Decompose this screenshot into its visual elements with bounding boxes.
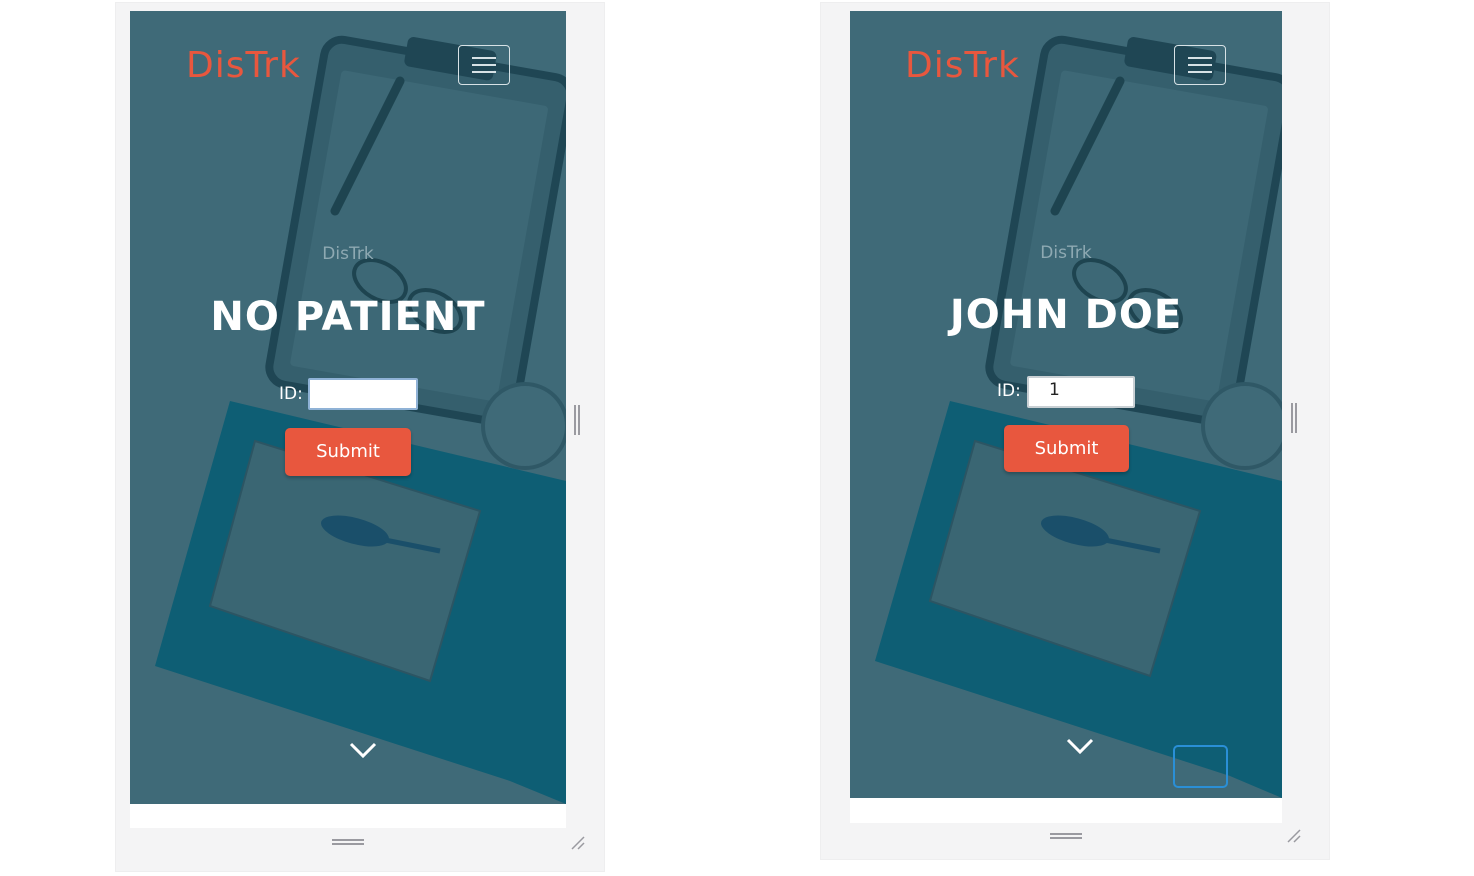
patient-name-heading: JOHN DOE — [949, 292, 1183, 338]
phone-viewport-left: DisTrk DisTrk NO PATIENT ID: Submit — [130, 11, 566, 804]
hamburger-menu-icon[interactable] — [1174, 45, 1226, 85]
sub-brand-text: DisTrk — [1040, 243, 1092, 263]
patient-id-input[interactable] — [308, 378, 418, 410]
sub-brand-text: DisTrk — [322, 244, 374, 264]
focus-outline[interactable] — [1173, 745, 1228, 788]
chevron-down-icon[interactable] — [349, 741, 377, 759]
resize-grip-icon[interactable] — [570, 835, 586, 851]
patient-id-input[interactable]: 1 — [1027, 376, 1135, 408]
chevron-down-icon[interactable] — [1066, 737, 1094, 755]
hamburger-menu-icon[interactable] — [458, 45, 510, 85]
brand-logo[interactable]: DisTrk — [905, 45, 1020, 86]
phone-viewport-right: DisTrk DisTrk JOHN DOE ID: 1 Submit — [850, 11, 1282, 798]
submit-button[interactable]: Submit — [1004, 425, 1129, 472]
submit-button[interactable]: Submit — [285, 428, 411, 476]
id-label: ID: — [997, 381, 1021, 401]
drag-handle-icon[interactable] — [1050, 833, 1082, 839]
id-label: ID: — [279, 384, 303, 404]
patient-name-heading: NO PATIENT — [210, 294, 486, 340]
splitter-icon[interactable] — [1291, 403, 1297, 433]
drag-handle-icon[interactable] — [332, 839, 364, 845]
resize-grip-icon[interactable] — [1286, 828, 1302, 844]
viewport-bottom-strip-right — [850, 798, 1282, 823]
brand-logo[interactable]: DisTrk — [186, 45, 301, 86]
splitter-icon[interactable] — [574, 405, 580, 435]
viewport-bottom-strip-left — [130, 804, 566, 828]
